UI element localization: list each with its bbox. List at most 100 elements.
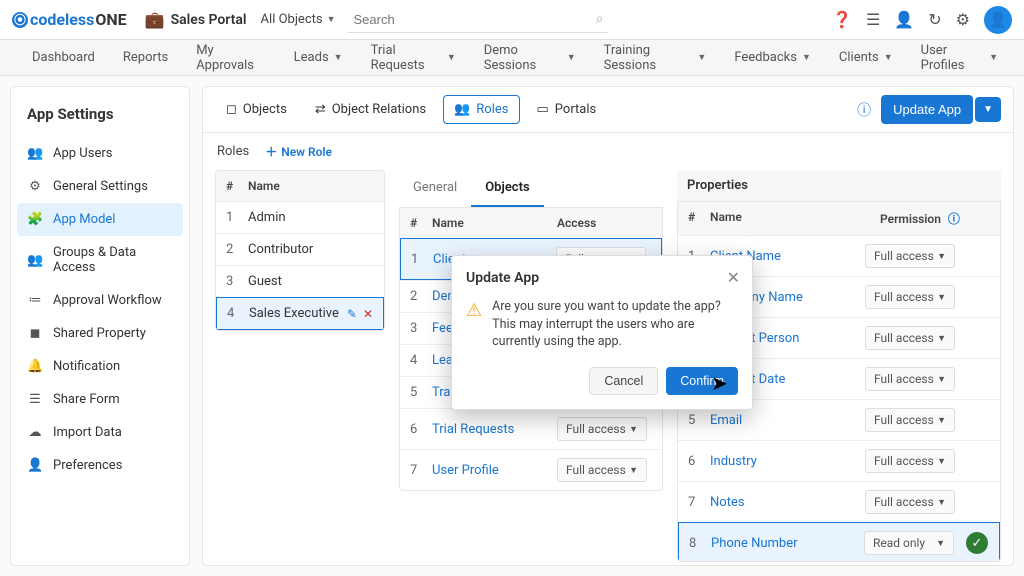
role-row[interactable]: 3Guest <box>216 265 384 297</box>
nav-item-my-approvals[interactable]: My Approvals <box>182 43 279 73</box>
props-table-head: # Name Permission ⓘ <box>678 202 1000 235</box>
permission-select[interactable]: Full access▼ <box>865 367 955 391</box>
edit-icon[interactable]: ✎ <box>347 307 357 321</box>
user-avatar[interactable]: 👤 <box>984 6 1012 34</box>
property-link[interactable]: Email <box>710 413 865 428</box>
all-objects-dropdown[interactable]: All Objects ▼ <box>261 12 336 27</box>
role-row[interactable]: 4Sales Executive✎✕ <box>216 297 384 330</box>
access-select[interactable]: Full access▼ <box>557 458 647 482</box>
inner-tabs: GeneralObjects <box>399 170 663 208</box>
inner-tab-objects[interactable]: Objects <box>471 170 543 207</box>
history-icon[interactable]: ↻ <box>928 10 941 29</box>
nav-item-demo-sessions[interactable]: Demo Sessions▼ <box>470 43 590 73</box>
sidebar-title: App Settings <box>11 95 189 137</box>
sidebar-item-icon: 🧩 <box>27 212 43 227</box>
caret-down-icon: ▼ <box>989 52 998 63</box>
confirm-button[interactable]: Confirm <box>666 367 738 395</box>
update-app-label: Update App <box>893 102 961 117</box>
check-icon: ✓ <box>966 532 988 554</box>
delete-icon[interactable]: ✕ <box>363 307 373 321</box>
sidebar-item-icon: 👥 <box>27 146 43 161</box>
sidebar-item-approval-workflow[interactable]: ≔Approval Workflow <box>11 284 189 317</box>
info-icon[interactable]: ⓘ <box>857 100 871 120</box>
object-row[interactable]: 7User ProfileFull access▼ <box>400 449 662 490</box>
property-link[interactable]: Notes <box>710 495 865 510</box>
nav-item-dashboard[interactable]: Dashboard <box>12 50 109 65</box>
cancel-button[interactable]: Cancel <box>589 367 658 395</box>
help-icon[interactable]: ❓ <box>832 10 852 29</box>
sidebar-item-icon: 👥 <box>27 253 43 268</box>
object-link[interactable]: Trial Requests <box>432 422 557 437</box>
col-name: Name <box>248 179 374 193</box>
sidebar-item-groups-data-access[interactable]: 👥Groups & Data Access <box>11 236 189 284</box>
sidebar-item-icon: ☰ <box>27 392 43 407</box>
caret-down-icon: ▼ <box>937 251 946 262</box>
sidebar-item-share-form[interactable]: ☰Share Form <box>11 383 189 416</box>
col-permission: Permission ⓘ <box>880 210 990 227</box>
search-icon[interactable]: ⌕ <box>596 11 604 27</box>
caret-down-icon: ▼ <box>937 497 946 508</box>
search-input[interactable] <box>348 7 608 33</box>
nav-item-training-sessions[interactable]: Training Sessions▼ <box>590 43 721 73</box>
search-wrap: ⌕ <box>348 7 608 33</box>
permission-select[interactable]: Full access▼ <box>865 326 955 350</box>
caret-down-icon: ▼ <box>936 538 945 549</box>
roles-heading: Roles ＋ New Role <box>203 133 1013 170</box>
tab-icon: ⇄ <box>315 102 326 117</box>
nav-item-reports[interactable]: Reports <box>109 50 182 65</box>
sidebar-item-general-settings[interactable]: ⚙General Settings <box>11 170 189 203</box>
property-row[interactable]: 7NotesFull access▼ <box>678 481 1000 522</box>
sidebar-item-label: App Model <box>53 212 115 227</box>
roles-column: # Name 1Admin2Contributor3Guest4Sales Ex… <box>215 170 385 553</box>
object-row[interactable]: 6Trial RequestsFull access▼ <box>400 408 662 449</box>
caret-down-icon: ▼ <box>937 415 946 426</box>
permission-select[interactable]: Full access▼ <box>865 285 955 309</box>
sidebar-item-label: App Users <box>53 146 112 161</box>
permission-select[interactable]: Read only▼ <box>864 531 954 555</box>
update-app-button[interactable]: Update App <box>881 95 973 124</box>
nav-item-user-profiles[interactable]: User Profiles▼ <box>907 43 1012 73</box>
object-link[interactable]: User Profile <box>432 463 557 478</box>
inner-tab-general[interactable]: General <box>399 170 471 207</box>
new-role-button[interactable]: ＋ New Role <box>265 143 332 160</box>
permission-select[interactable]: Full access▼ <box>865 408 955 432</box>
gear-icon[interactable]: ⚙ <box>956 10 970 29</box>
sidebar-item-preferences[interactable]: 👤Preferences <box>11 449 189 482</box>
tab-roles[interactable]: 👥Roles <box>443 95 519 124</box>
sidebar-item-icon: ≔ <box>27 293 43 308</box>
sidebar-item-app-model[interactable]: 🧩 App Model <box>17 203 183 236</box>
info-icon[interactable]: ⓘ <box>948 212 960 226</box>
permission-select[interactable]: Full access▼ <box>865 244 955 268</box>
permission-select[interactable]: Full access▼ <box>865 449 955 473</box>
logo[interactable]: ⦿ codeless ONE <box>12 10 127 29</box>
sidebar-item-app-users[interactable]: 👥 App Users <box>11 137 189 170</box>
sidebar-item-icon: 👤 <box>27 458 43 473</box>
tab-object-relations[interactable]: ⇄Object Relations <box>304 95 437 124</box>
property-row[interactable]: 6IndustryFull access▼ <box>678 440 1000 481</box>
tab-icon: ◻ <box>226 102 237 117</box>
role-row[interactable]: 1Admin <box>216 201 384 233</box>
sidebar-item-import-data[interactable]: ☁Import Data <box>11 416 189 449</box>
col-index: # <box>410 216 432 230</box>
sidebar-item-shared-property[interactable]: ◼Shared Property <box>11 317 189 350</box>
role-row[interactable]: 2Contributor <box>216 233 384 265</box>
topbar-actions: ❓ ☰ 👤 ↻ ⚙ 👤 <box>832 6 1012 34</box>
tab-portals[interactable]: ▭Portals <box>526 95 608 124</box>
warning-icon: ⚠ <box>466 298 482 351</box>
nav-item-leads[interactable]: Leads▼ <box>280 50 357 65</box>
nav-item-feedbacks[interactable]: Feedbacks▼ <box>720 50 825 65</box>
permission-select[interactable]: Full access▼ <box>865 490 955 514</box>
access-select[interactable]: Full access▼ <box>557 417 647 441</box>
property-row[interactable]: 8Phone NumberRead only▼✓ <box>678 522 1000 562</box>
update-app-dropdown[interactable]: ▼ <box>975 97 1001 122</box>
property-link[interactable]: Phone Number <box>711 536 864 551</box>
sidebar-item-notification[interactable]: 🔔Notification <box>11 350 189 383</box>
update-app-modal: Update App ✕ ⚠ Are you sure you want to … <box>451 255 753 410</box>
person-add-icon[interactable]: 👤 <box>894 10 914 29</box>
close-icon[interactable]: ✕ <box>727 268 740 287</box>
nav-item-trial-requests[interactable]: Trial Requests▼ <box>357 43 470 73</box>
stack-icon[interactable]: ☰ <box>866 10 880 29</box>
property-link[interactable]: Industry <box>710 454 865 469</box>
tab-objects[interactable]: ◻Objects <box>215 95 298 124</box>
nav-item-clients[interactable]: Clients▼ <box>825 50 907 65</box>
